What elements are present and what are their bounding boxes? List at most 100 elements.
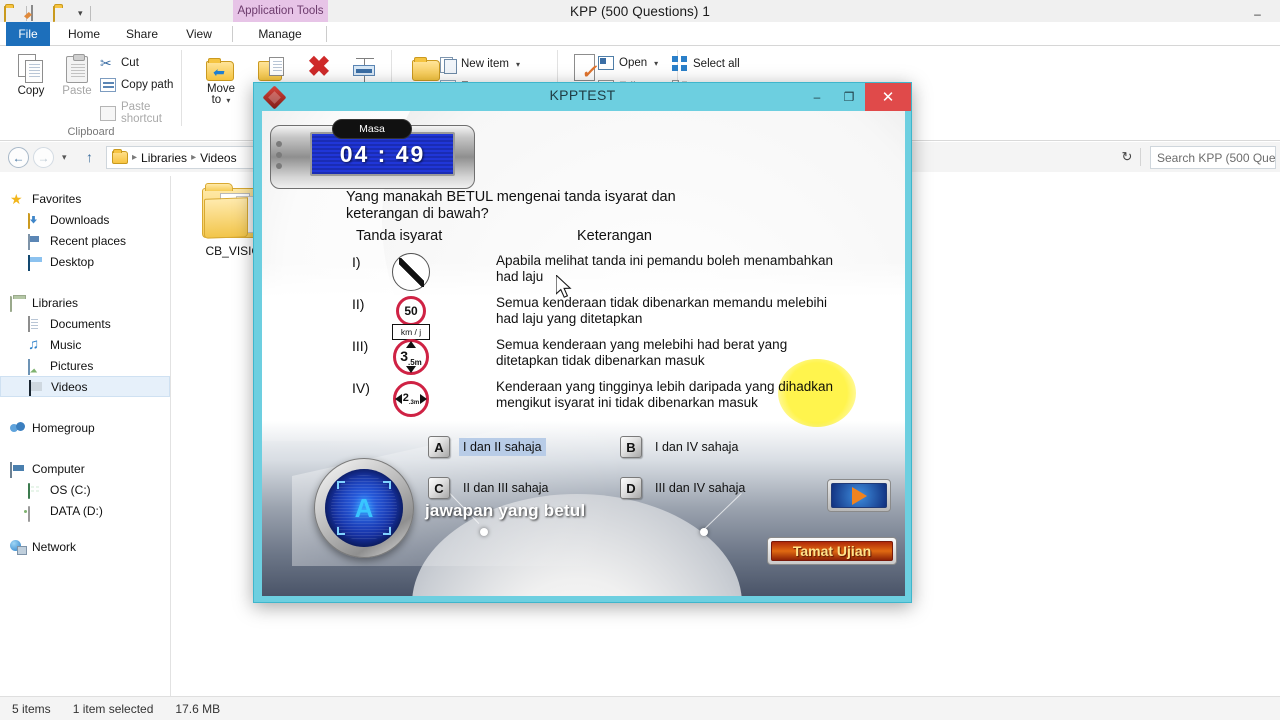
end-exam-button-inner: Tamat Ujian (771, 541, 893, 561)
mouse-cursor (556, 275, 572, 298)
tab-view[interactable]: View (178, 22, 220, 46)
recent-locations-button[interactable]: ▾ (62, 152, 67, 163)
chevron-down-icon[interactable]: ▾ (516, 60, 520, 69)
play-arrow-icon (831, 483, 887, 508)
copy-path-icon (100, 78, 116, 92)
item-description-3: Semua kenderaan yang melebihi had berat … (496, 337, 866, 369)
paste-label: Paste (62, 85, 92, 97)
new-item-button[interactable]: New item ▾ (440, 56, 520, 74)
timer-label: Masa (332, 119, 412, 139)
paste-shortcut-button[interactable]: Paste shortcut (100, 101, 182, 125)
sign-3-value: 3 (400, 347, 408, 364)
answer-text-d[interactable]: III dan IV sahaja (651, 479, 749, 497)
delete-button[interactable]: ✖ (294, 51, 344, 82)
sidebar-item-label: Desktop (50, 254, 95, 269)
sidebar-item-homegroup[interactable]: Homegroup (0, 417, 170, 438)
item-description-4: Kenderaan yang tingginya lebih daripada … (496, 379, 866, 411)
answer-key-b: B (620, 436, 642, 458)
desc-line-1: Semua kenderaan tidak dibenarkan memandu… (496, 295, 827, 310)
sidebar-item-pictures[interactable]: Pictures (0, 355, 170, 376)
tab-share[interactable]: Share (118, 22, 166, 46)
timer-value: 04 : 49 (339, 140, 426, 167)
sidebar-item-label: OS (C:) (50, 482, 91, 497)
clipboard-group-label: Clipboard (67, 126, 115, 138)
new-item-icon (440, 56, 457, 74)
next-question-button[interactable] (827, 479, 891, 512)
sidebar-item-downloads[interactable]: Downloads (0, 209, 170, 230)
tab-home[interactable]: Home (60, 22, 108, 46)
end-of-restriction-sign (392, 253, 430, 291)
answer-option-b[interactable]: B I dan IV sahaja (620, 436, 742, 458)
chevron-down-icon[interactable]: ▾ (654, 59, 658, 68)
answer-text-a[interactable]: I dan II sahaja (459, 438, 546, 456)
delete-x-icon: ✖ (307, 51, 331, 82)
kpptest-title-bar[interactable]: KPPTEST – ❐ ✕ (254, 83, 911, 111)
copy-label: Copy (17, 85, 45, 97)
sidebar-item-videos[interactable]: Videos (0, 376, 170, 397)
back-button[interactable]: ← (8, 147, 29, 168)
sidebar-item-network[interactable]: Network (0, 536, 170, 557)
sidebar-item-computer[interactable]: Computer (0, 458, 170, 479)
minimize-button[interactable]: – (801, 83, 833, 111)
breadcrumb-item-libraries[interactable]: Libraries (141, 151, 187, 165)
tab-manage[interactable]: Manage (248, 22, 312, 46)
contextual-tab-application-tools[interactable]: Application Tools (233, 0, 328, 22)
sidebar-item-label: Pictures (50, 358, 94, 373)
close-button[interactable]: ✕ (865, 83, 911, 111)
sidebar-item-libraries[interactable]: Libraries (0, 292, 170, 313)
answer-key-d: D (620, 477, 642, 499)
sidebar-item-documents[interactable]: Documents (0, 313, 170, 334)
answer-option-a[interactable]: A I dan II sahaja (428, 436, 546, 458)
sidebar-item-favorites[interactable]: ★ Favorites (0, 188, 170, 209)
sidebar-item-music[interactable]: ♫ Music (0, 334, 170, 355)
sidebar-item-recent-places[interactable]: Recent places (0, 230, 170, 251)
search-input[interactable]: Search KPP (500 Quest (1150, 146, 1276, 169)
breadcrumb-separator: ▸ (191, 152, 197, 163)
correct-answer-letter: A (354, 492, 374, 523)
end-exam-button[interactable]: Tamat Ujian (767, 537, 897, 565)
breadcrumb-item-videos[interactable]: Videos (200, 151, 236, 165)
libraries-icon (10, 295, 26, 312)
forward-button[interactable]: → (33, 147, 54, 168)
tab-file[interactable]: File (6, 22, 50, 46)
scissors-icon: ✂ (100, 55, 112, 71)
refresh-button[interactable]: ↻ (1118, 148, 1136, 166)
width-limit-2-3m-sign: 2.3m (393, 381, 429, 417)
sidebar-item-label: Recent places (50, 233, 127, 248)
copy-path-label: Copy path (121, 79, 174, 91)
copy-button[interactable]: Copy (6, 54, 56, 97)
sidebar-item-label: Computer (32, 461, 85, 476)
question-line-2: keterangan di bawah? (346, 206, 489, 222)
status-size: 17.6 MB (175, 701, 221, 716)
answer-option-c[interactable]: C II dan III sahaja (428, 477, 552, 499)
folder-icon (112, 149, 128, 164)
videos-icon (29, 379, 45, 396)
item-number-3: III) (352, 338, 369, 354)
cut-button[interactable]: ✂ Cut (100, 55, 139, 71)
answer-option-d[interactable]: D III dan IV sahaja (620, 477, 749, 499)
network-icon (10, 539, 26, 555)
sidebar-item-desktop[interactable]: Desktop (0, 251, 170, 272)
move-to-icon: ⬅ (206, 56, 236, 82)
homegroup-icon (10, 420, 26, 436)
open-button[interactable]: Open ▾ (598, 56, 658, 70)
timer-widget: 04 : 49 Masa (270, 119, 475, 191)
paste-button[interactable]: Paste (52, 54, 102, 97)
rename-button[interactable] (340, 58, 390, 84)
move-to-button[interactable]: ⬅ Move to ▾ (196, 56, 246, 106)
desc-line-2: mengikut isyarat ini tidak dibenarkan ma… (496, 395, 758, 410)
up-button[interactable]: ↑ (86, 149, 93, 165)
answer-text-c[interactable]: II dan III sahaja (459, 479, 552, 497)
desc-line-2: ditetapkan tidak dibenarkan masuk (496, 353, 705, 368)
answer-text-b[interactable]: I dan IV sahaja (651, 438, 742, 456)
select-all-button[interactable]: Select all (672, 56, 740, 71)
sidebar-item-os-c[interactable]: OS (C:) (0, 479, 170, 500)
sidebar-item-data-d[interactable]: DATA (D:) (0, 500, 170, 522)
divider (1140, 148, 1141, 166)
copy-path-button[interactable]: Copy path (100, 78, 173, 92)
new-folder-icon (412, 56, 442, 82)
maximize-button[interactable]: ❐ (833, 83, 865, 111)
paste-shortcut-label: Paste shortcut (121, 101, 162, 125)
sidebar-item-label: Homegroup (32, 420, 95, 435)
status-item-count: 5 items (12, 701, 51, 716)
